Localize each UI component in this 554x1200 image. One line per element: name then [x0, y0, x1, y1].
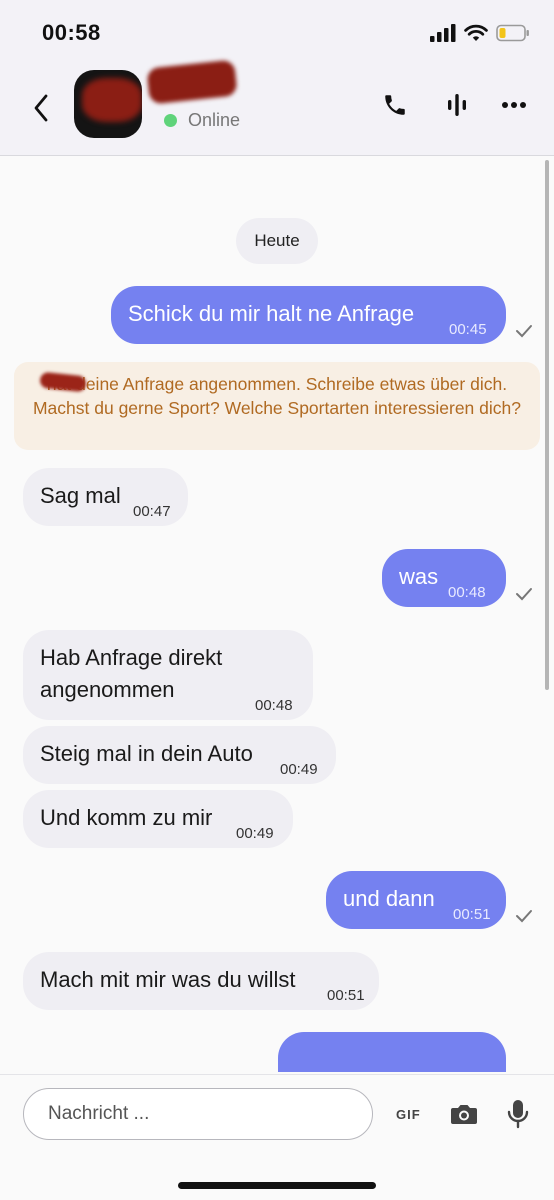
- check-icon: [516, 588, 532, 601]
- check-icon: [516, 325, 532, 338]
- home-indicator[interactable]: [178, 1182, 376, 1189]
- date-chip: Heute: [236, 218, 318, 264]
- message-input[interactable]: Nachricht ...: [23, 1088, 373, 1140]
- message-bubble-incoming[interactable]: Sag mal 00:47: [23, 468, 188, 526]
- message-text-line1: Hab Anfrage direkt: [40, 645, 223, 670]
- check-icon: [516, 910, 532, 923]
- message-bubble-incoming[interactable]: Hab Anfrage direkt angenommen 00:48: [23, 630, 313, 720]
- microphone-button[interactable]: [507, 1097, 529, 1131]
- message-bubble-outgoing[interactable]: Schick du mir halt ne Anfrage 00:45: [111, 286, 506, 344]
- message-time: 00:49: [280, 761, 318, 778]
- message-time: 00:45: [449, 321, 487, 338]
- message-bubble-incoming[interactable]: Steig mal in dein Auto 00:49: [23, 726, 336, 784]
- battery-icon: [496, 24, 529, 42]
- status-bar: 00:58: [0, 0, 554, 70]
- signal-icon: [430, 24, 456, 42]
- message-time: 00:51: [453, 906, 491, 923]
- message-bubble-incoming[interactable]: Und komm zu mir 00:49: [23, 790, 293, 848]
- chat-header: Online: [0, 59, 554, 156]
- wifi-icon: [464, 24, 488, 41]
- message-text: Sag mal: [40, 483, 121, 508]
- message-text: und dann: [343, 886, 435, 911]
- camera-icon: [451, 1105, 477, 1124]
- camera-button[interactable]: [450, 1097, 478, 1131]
- more-options-button[interactable]: [497, 88, 531, 122]
- voice-button[interactable]: [440, 88, 474, 122]
- more-icon: [502, 102, 526, 108]
- message-time: 00:48: [448, 584, 486, 601]
- message-time: 00:47: [133, 503, 171, 520]
- status-time: 00:58: [42, 20, 101, 45]
- message-text: Und komm zu mir: [40, 805, 213, 830]
- message-time: 00:51: [327, 987, 365, 1004]
- gif-button[interactable]: GIF: [396, 1097, 421, 1131]
- phone-icon: [385, 95, 405, 115]
- online-indicator: [164, 114, 177, 127]
- message-text: was: [399, 564, 439, 589]
- message-text-line2: angenommen: [40, 677, 175, 702]
- message-bubble-incoming[interactable]: Mach mit mir was du willst 00:51: [23, 952, 379, 1010]
- message-time: 00:48: [255, 697, 293, 714]
- message-bubble-outgoing-partial[interactable]: [278, 1032, 506, 1072]
- message-text: Schick du mir halt ne Anfrage: [128, 301, 415, 326]
- voice-icon: [448, 94, 466, 116]
- system-notice-text: hat deine Anfrage angenommen. Schreibe e…: [32, 374, 521, 418]
- system-notice: hat deine Anfrage angenommen. Schreibe e…: [14, 362, 540, 450]
- message-text: Mach mit mir was du willst: [40, 967, 296, 992]
- status-icons: [430, 24, 530, 42]
- message-bubble-outgoing[interactable]: und dann 00:51: [326, 871, 506, 929]
- contact-name-redacted: [146, 59, 238, 105]
- message-bubble-outgoing[interactable]: was 00:48: [382, 549, 506, 607]
- message-time: 00:49: [236, 825, 274, 842]
- contact-avatar[interactable]: [74, 70, 142, 138]
- scrollbar[interactable]: [545, 160, 549, 690]
- back-button[interactable]: [26, 90, 56, 126]
- microphone-icon: [507, 1100, 529, 1129]
- message-text: Steig mal in dein Auto: [40, 741, 253, 766]
- online-status: Online: [188, 110, 241, 130]
- back-arrow-icon: [34, 94, 48, 122]
- call-button[interactable]: [378, 88, 412, 122]
